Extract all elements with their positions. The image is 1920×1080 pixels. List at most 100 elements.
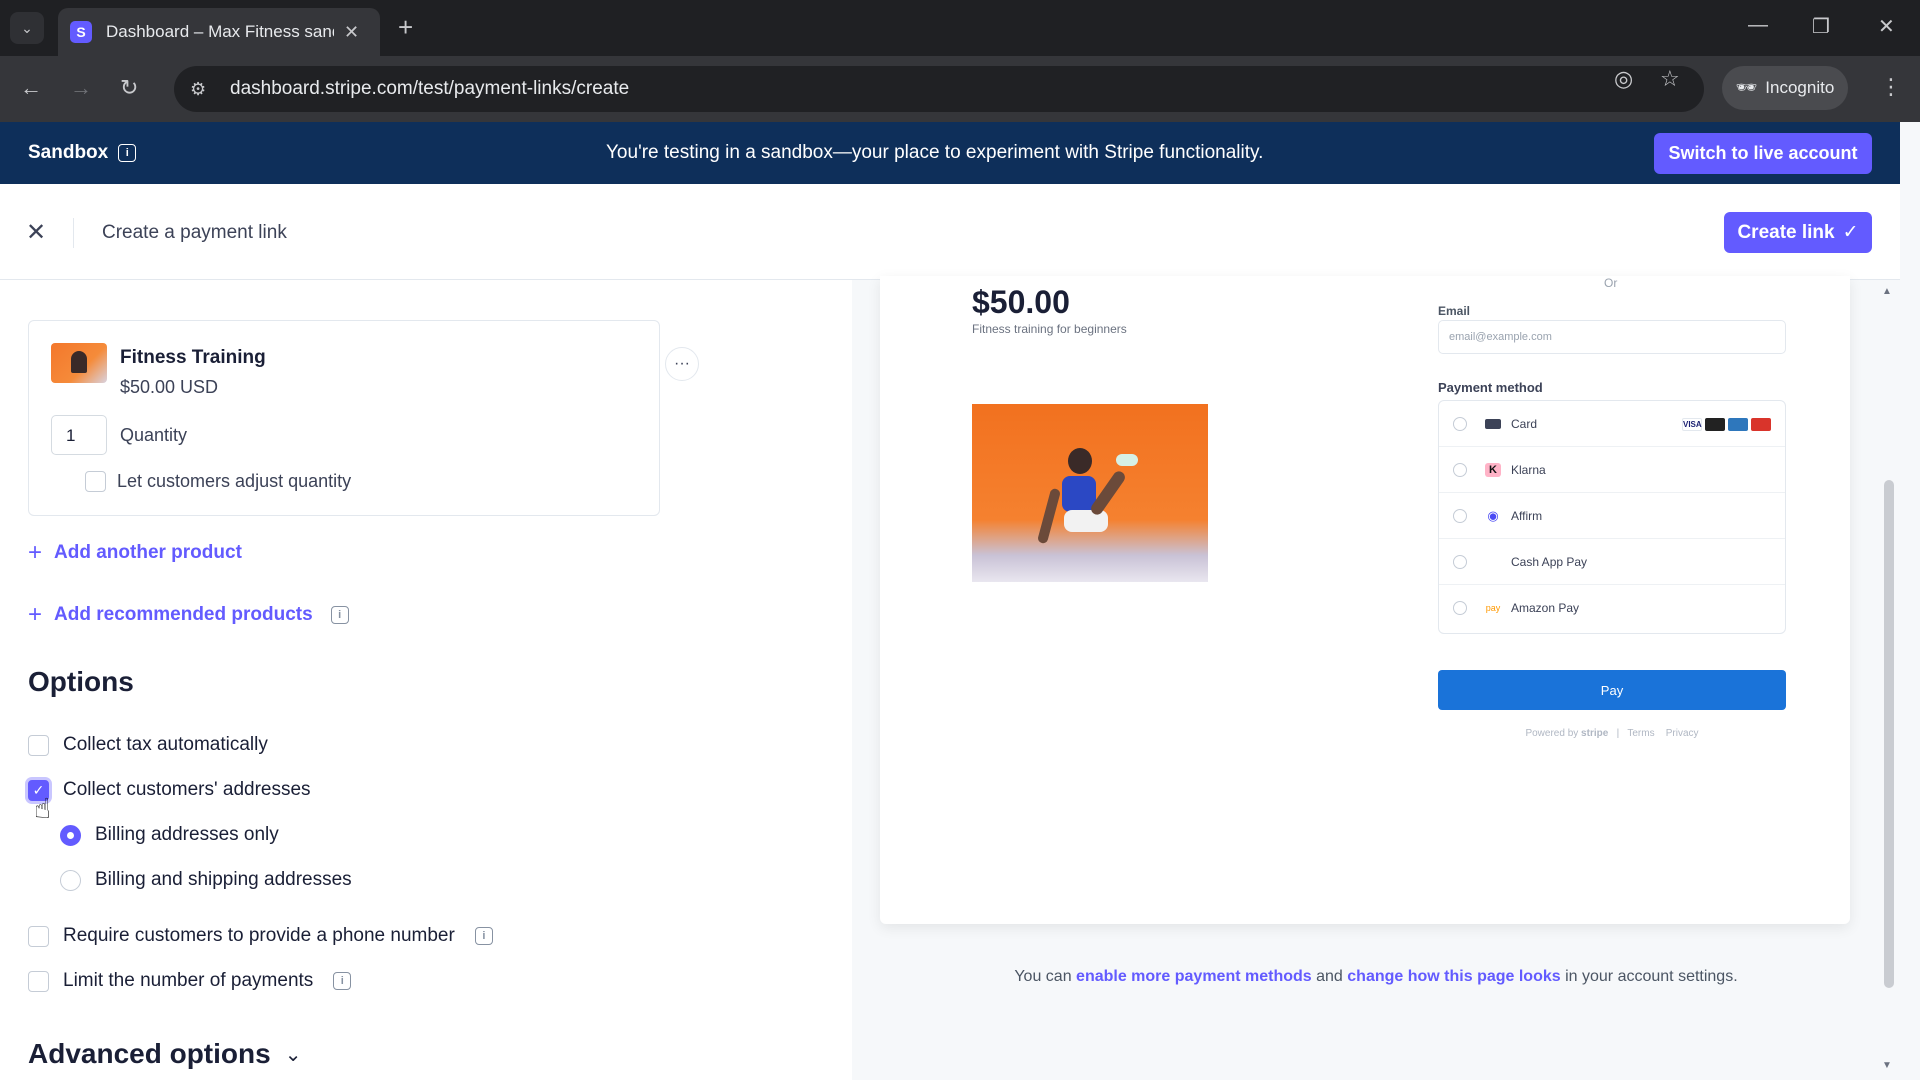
checkmark-icon: ✓ [1842,222,1859,243]
checkout-preview-card: $50.00 Fitness training for beginners Or… [880,276,1850,924]
billing-shipping-option[interactable]: Billing and shipping addresses [60,869,352,891]
incognito-label: Incognito [1765,78,1835,97]
sandbox-label: Sandbox i [28,142,137,164]
page-header: ✕ Create a payment link Create link ✓ [0,184,1900,280]
add-another-product-label: Add another product [54,542,242,563]
address-bar[interactable]: ⚙ dashboard.stripe.com/test/payment-link… [174,66,1704,112]
enable-payment-methods-link[interactable]: enable more payment methods [1076,968,1312,985]
limit-payments-checkbox[interactable] [28,970,49,992]
window-close-icon[interactable]: ✕ [1878,14,1895,39]
new-tab-icon[interactable]: + [398,12,413,42]
page-right-edge [1900,122,1920,1080]
note-suffix: in your account settings. [1565,968,1738,985]
advanced-options-toggle[interactable]: Advanced options ⌄ [28,1038,301,1070]
browser-tab-active[interactable]: S Dashboard – Max Fitness sandb ✕ [58,8,380,56]
eye-off-icon[interactable]: ◎ [1614,66,1633,92]
billing-only-label: Billing addresses only [95,824,279,845]
browser-toolbar: ← → ↻ ⚙ dashboard.stripe.com/test/paymen… [0,56,1920,122]
collect-addresses-option[interactable]: ✓ Collect customers' addresses [28,779,311,801]
link-settings-panel: Fitness Training $50.00 USD 1 Quantity L… [0,280,852,1080]
add-another-product-link[interactable]: + Add another product [28,539,242,566]
payment-method-amazonpay: pay Amazon Pay [1439,585,1785,631]
restore-icon[interactable]: ❐ [1812,14,1830,39]
incognito-badge[interactable]: 🕶 Incognito [1722,66,1848,110]
preview-scrollbar-thumb[interactable] [1884,480,1894,988]
klarna-icon: K [1485,462,1501,477]
stripe-favicon-icon: S [70,21,92,43]
payment-method-name: Card [1511,416,1538,431]
change-page-look-link[interactable]: change how this page looks [1347,968,1560,985]
require-phone-label: Require customers to provide a phone num… [63,925,455,946]
sandbox-banner: Sandbox i You're testing in a sandbox—yo… [0,122,1920,184]
privacy-text: Privacy [1665,728,1699,739]
url-text: dashboard.stripe.com/test/payment-links/… [230,78,630,99]
product-name: Fitness Training [120,347,266,368]
close-icon[interactable]: ✕ [26,218,46,247]
payment-method-cashapp: Cash App Pay [1439,539,1785,585]
payment-method-klarna: K Klarna [1439,447,1785,493]
tab-search-dropdown-icon[interactable]: ⌄ [10,12,44,44]
chevron-down-icon: ⌄ [284,1043,302,1066]
reload-icon[interactable]: ↻ [120,76,138,100]
note-middle: and [1316,968,1343,985]
payment-method-name: Klarna [1511,462,1546,477]
collect-tax-option[interactable]: Collect tax automatically [28,734,268,756]
scroll-up-icon[interactable]: ▲ [1882,286,1892,297]
preview-price: $50.00 [972,284,1070,320]
minimize-icon[interactable]: — [1748,14,1768,37]
require-phone-checkbox[interactable] [28,925,49,947]
payment-method-name: Cash App Pay [1511,554,1588,569]
add-recommended-products-label: Add recommended products [54,604,313,625]
back-icon[interactable]: ← [20,76,42,100]
site-settings-icon[interactable]: ⚙ [190,79,214,100]
browser-tabbar: ⌄ S Dashboard – Max Fitness sandb ✕ + — … [0,0,1920,56]
affirm-icon: ◉ [1487,507,1499,523]
payment-method-affirm: ◉ Affirm [1439,493,1785,539]
require-phone-option[interactable]: Require customers to provide a phone num… [28,925,493,947]
product-card: Fitness Training $50.00 USD 1 Quantity L… [28,320,699,516]
billing-only-option[interactable]: Billing addresses only [60,824,279,846]
payment-radio [1453,462,1467,477]
bookmark-star-icon[interactable]: ☆ [1660,66,1680,92]
quantity-input[interactable]: 1 [51,415,107,455]
note-prefix: You can [1014,968,1072,985]
payment-method-name: Affirm [1511,508,1543,523]
adjust-quantity-label: Let customers adjust quantity [117,471,352,491]
payment-method-card: Card VISA [1439,401,1785,447]
collect-addresses-label: Collect customers' addresses [63,779,311,800]
advanced-options-label: Advanced options [28,1038,271,1069]
card-icon [1485,418,1501,429]
limit-payments-option[interactable]: Limit the number of payments i [28,970,352,992]
billing-shipping-label: Billing and shipping addresses [95,869,352,890]
scroll-down-icon[interactable]: ▼ [1882,1060,1892,1071]
preview-email-input: email@example.com [1438,320,1786,354]
info-icon[interactable]: i [333,972,352,990]
payment-radio [1453,416,1467,431]
info-icon[interactable]: i [474,927,493,945]
payment-radio [1453,554,1467,569]
settings-note: You can enable more payment methods and … [852,968,1900,986]
card-brand-logos: VISA [1682,418,1771,431]
info-icon[interactable]: i [118,144,137,162]
add-recommended-products-link[interactable]: + Add recommended products i [28,603,349,627]
collect-tax-label: Collect tax automatically [63,734,268,755]
adjust-quantity-checkbox[interactable] [85,471,106,492]
create-link-button[interactable]: Create link ✓ [1724,212,1872,253]
billing-only-radio[interactable] [60,824,81,846]
info-icon[interactable]: i [330,606,349,624]
preview-payment-method-label: Payment method [1438,380,1543,395]
page-title: Create a payment link [102,222,287,243]
tab-title: Dashboard – Max Fitness sandb [106,22,334,41]
preview-product-image [972,404,1208,582]
header-divider [73,218,74,248]
switch-to-live-button[interactable]: Switch to live account [1654,133,1872,174]
collect-tax-checkbox[interactable] [28,734,49,756]
create-link-label: Create link [1737,221,1835,243]
tab-close-icon[interactable]: ✕ [344,22,359,43]
preview-description: Fitness training for beginners [972,322,1127,336]
browser-menu-icon[interactable]: ⋮ [1880,74,1902,100]
billing-shipping-radio[interactable] [60,869,81,891]
plus-icon: + [28,539,43,566]
forward-icon[interactable]: → [70,76,92,100]
product-more-icon[interactable]: ··· [665,347,699,381]
